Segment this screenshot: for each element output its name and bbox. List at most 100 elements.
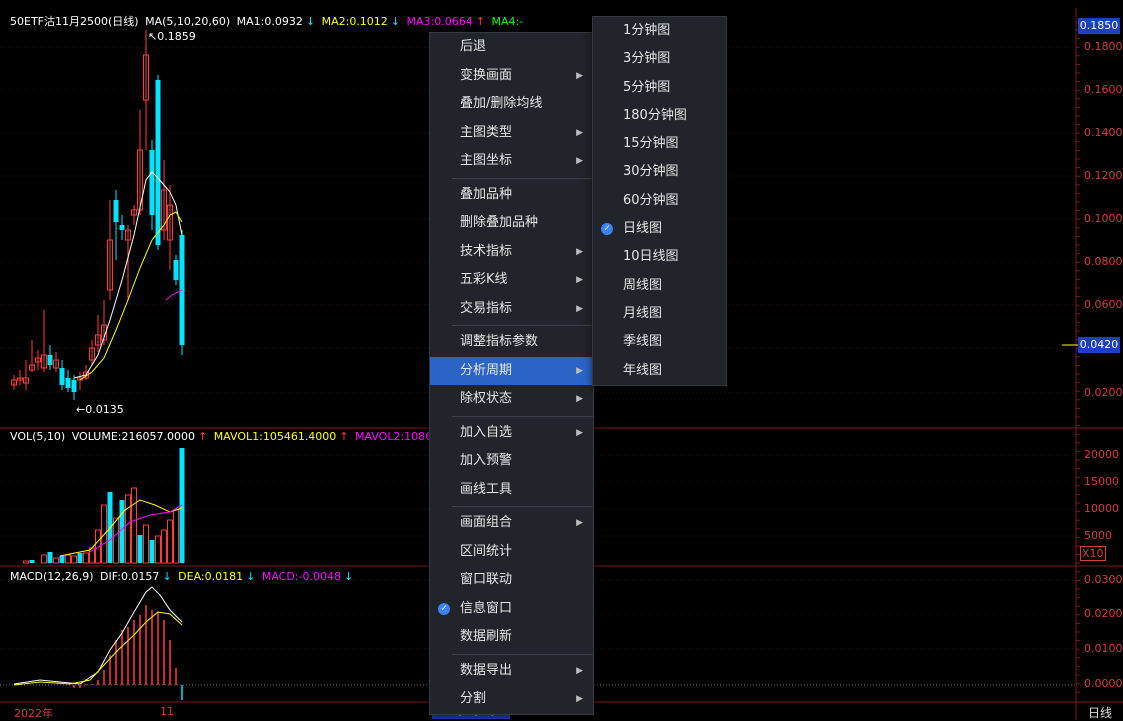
year-label: 2022年 — [14, 707, 53, 720]
period-submenu-item[interactable]: 15分钟图 — [593, 130, 726, 158]
period-submenu-item-label: 年线图 — [623, 362, 663, 378]
period-submenu-item-label: 60分钟图 — [623, 192, 679, 208]
context-menu-item[interactable]: 窗口联动 — [430, 566, 593, 595]
ma4-value: MA4:- — [491, 15, 524, 28]
volume-bar — [125, 494, 131, 564]
period-submenu-item-label: 10日线图 — [623, 249, 679, 265]
context-menu-item[interactable]: 数据导出 ▶ — [430, 657, 593, 686]
context-menu-item-label: 叠加/删除均线 — [460, 96, 543, 111]
macd-axis-label: 0.0000 — [1084, 677, 1123, 690]
context-menu-item-label: 信息窗口 — [460, 600, 513, 616]
context-menu-item[interactable]: 技术指标 ▶ — [430, 238, 593, 267]
period-submenu-item-label: 日线图 — [623, 221, 663, 237]
context-menu-item[interactable]: 区间统计 — [430, 538, 593, 567]
context-menu-item-label: 画面组合 — [460, 515, 513, 530]
vol-params: VOL(5,10) — [10, 430, 66, 443]
volume-bar — [161, 529, 167, 564]
menu-separator — [452, 177, 593, 179]
macd-value: MACD:-0.0048 — [261, 570, 341, 583]
context-menu-item[interactable]: 变换画面 ▶ — [430, 62, 593, 91]
submenu-arrow-icon: ▶ — [576, 394, 583, 404]
context-menu-item-label: 后退 — [460, 39, 487, 54]
period-submenu-item[interactable]: 周线图 — [593, 272, 726, 300]
period-submenu-item[interactable]: 60分钟图 — [593, 187, 726, 215]
period-submenu-item-label: 3分钟图 — [623, 51, 671, 67]
submenu-arrow-icon: ▶ — [576, 427, 583, 438]
candle-body — [119, 225, 125, 230]
symbol-title: 50ETF沽11月2500(日线) — [10, 15, 139, 28]
volume-bar — [59, 556, 65, 563]
context-menu-item[interactable]: 分析周期 ▶ — [430, 356, 593, 385]
volume-bar — [65, 554, 71, 564]
period-submenu-item[interactable]: 180分钟图 — [593, 102, 726, 130]
context-menu-item[interactable]: ✓ 信息窗口 — [430, 595, 593, 624]
period-submenu-item[interactable]: 5分钟图 — [593, 74, 726, 102]
period-submenu-item[interactable]: 3分钟图 — [593, 45, 726, 73]
period-submenu-item-label: 180分钟图 — [623, 107, 687, 123]
price-axis-label: 0.1200 — [1084, 169, 1123, 182]
context-menu-item[interactable]: 主图类型 ▶ — [430, 119, 593, 148]
candle-body — [173, 260, 179, 280]
context-menu-item[interactable]: 调整指标参数 — [430, 328, 593, 357]
up-arrow-icon: ↑ — [475, 15, 485, 28]
context-menu-item[interactable]: 加入预警 — [430, 447, 593, 476]
volume-bar — [167, 519, 173, 564]
price-axis-label: 0.0600 — [1084, 298, 1123, 311]
context-menu-item-label: 删除叠加品种 — [460, 215, 539, 230]
context-menu-item[interactable]: 加入自选 ▶ — [430, 419, 593, 448]
submenu-arrow-icon: ▶ — [576, 694, 583, 704]
volume-bar — [71, 555, 77, 564]
dif-value: DIF:0.0157 — [100, 570, 160, 583]
context-menu-item[interactable]: 数据刷新 — [430, 623, 593, 652]
candle-body — [149, 150, 155, 215]
period-submenu-item-label: 月线图 — [623, 305, 663, 321]
context-menu-item[interactable]: 五彩K线 ▶ — [430, 266, 593, 295]
context-menu-item[interactable]: 交易指标 ▶ — [430, 295, 593, 324]
ma3-value: MA3:0.0664 — [406, 15, 473, 28]
down-arrow-icon: ↓ — [343, 570, 354, 583]
context-menu-item-label: 主图坐标 — [460, 153, 513, 168]
price-axis-label: 0.0200 — [1084, 386, 1123, 399]
context-menu-item[interactable]: 删除叠加品种 — [430, 209, 593, 238]
price-axis-label: 0.1600 — [1084, 83, 1123, 96]
context-menu-item-label: 数据导出 — [460, 662, 513, 678]
period-submenu-item[interactable]: 30分钟图 — [593, 158, 726, 186]
ma1-value: MA1:0.0932 — [236, 15, 303, 28]
volume-bar — [137, 535, 143, 563]
candle-body — [71, 380, 77, 392]
context-menu-item-label: 加入预警 — [460, 453, 513, 468]
macd-axis-label: 0.0300 — [1084, 573, 1123, 586]
context-menu-item-label: 加入自选 — [460, 424, 513, 440]
context-menu-item-label: 区间统计 — [460, 543, 513, 559]
volume-bar — [149, 540, 155, 563]
period-submenu-item-label: 15分钟图 — [623, 136, 679, 152]
volume-axis-label: 15000 — [1084, 475, 1119, 488]
candle-body — [65, 378, 71, 388]
context-menu-item[interactable]: 叠加品种 — [430, 181, 593, 210]
context-menu-item[interactable]: 画面组合 ▶ — [430, 509, 593, 538]
period-submenu-item[interactable]: 年线图 — [593, 357, 726, 385]
volume-bar — [83, 552, 89, 564]
context-menu-item[interactable]: 叠加/删除均线 — [430, 90, 593, 119]
context-menu-item[interactable]: 主图坐标 ▶ — [430, 147, 593, 176]
context-menu-item[interactable]: 除权状态 ▶ — [430, 385, 593, 414]
context-menu-item-label: 调整指标参数 — [460, 334, 539, 349]
price-axis-label: 0.0800 — [1084, 255, 1123, 268]
period-submenu-item[interactable]: 季线图 — [593, 328, 726, 356]
context-menu-item-label: 主图类型 — [460, 124, 513, 140]
period-submenu-item-label: 5分钟图 — [623, 79, 671, 95]
period-label[interactable]: 日线 — [1088, 704, 1112, 721]
month-label: 11 — [160, 705, 174, 718]
volume-bar — [119, 500, 125, 563]
period-submenu-item[interactable]: ✓ 日线图 — [593, 215, 726, 243]
context-menu-item[interactable]: 后退 — [430, 33, 593, 62]
volume-axis-label: 10000 — [1084, 502, 1119, 515]
volume-header: VOL(5,10) VOLUME:216057.0000 ↑ MAVOL1:105… — [10, 430, 435, 443]
macd-params: MACD(12,26,9) — [10, 570, 94, 583]
period-submenu-item[interactable]: 月线图 — [593, 300, 726, 328]
period-submenu-item[interactable]: 10日线图 — [593, 243, 726, 271]
context-menu-item[interactable]: 画线工具 — [430, 476, 593, 505]
context-menu-item[interactable]: 分割 ▶ — [430, 685, 593, 714]
context-menu-item-label: 画线工具 — [460, 481, 513, 497]
period-submenu-item[interactable]: 1分钟图 — [593, 17, 726, 45]
